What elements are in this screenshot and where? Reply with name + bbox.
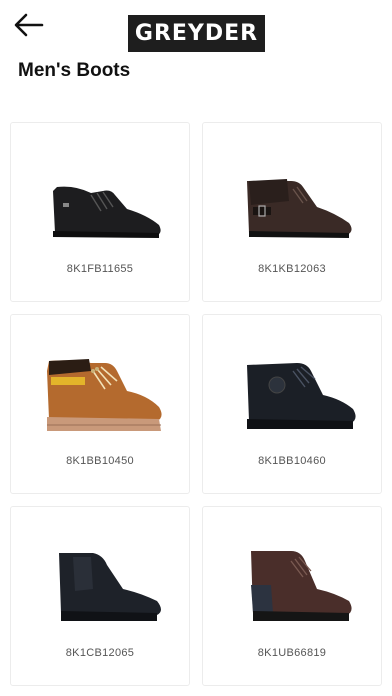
top-bar: GREYDER [0, 0, 392, 56]
brand-name: GREYDER [134, 21, 259, 46]
product-image [31, 529, 171, 629]
product-card[interactable]: 8K1KB12063 [202, 122, 382, 302]
product-card[interactable]: 8K1BB10450 [10, 314, 190, 494]
arrow-left-icon [14, 13, 44, 37]
product-card[interactable]: 8K1CB12065 [10, 506, 190, 686]
page-title: Men's Boots [18, 60, 131, 81]
product-code: 8K1FB11655 [66, 263, 134, 275]
product-image [223, 145, 363, 245]
product-code: 8K1BB10450 [66, 455, 134, 467]
product-image [223, 529, 363, 629]
product-card[interactable]: 8K1FB11655 [10, 122, 190, 302]
brand-logo: GREYDER [128, 15, 265, 52]
product-card[interactable]: 8K1BB10460 [202, 314, 382, 494]
product-code: 8K1CB12065 [65, 647, 135, 659]
product-code: 8K1UB66819 [257, 647, 327, 659]
product-code: 8K1KB12063 [258, 263, 326, 275]
product-image [31, 337, 171, 437]
back-button[interactable] [12, 10, 46, 40]
product-card[interactable]: 8K1UB66819 [202, 506, 382, 686]
product-image [223, 337, 363, 437]
product-code: 8K1BB10460 [258, 455, 326, 467]
product-image [31, 145, 171, 245]
